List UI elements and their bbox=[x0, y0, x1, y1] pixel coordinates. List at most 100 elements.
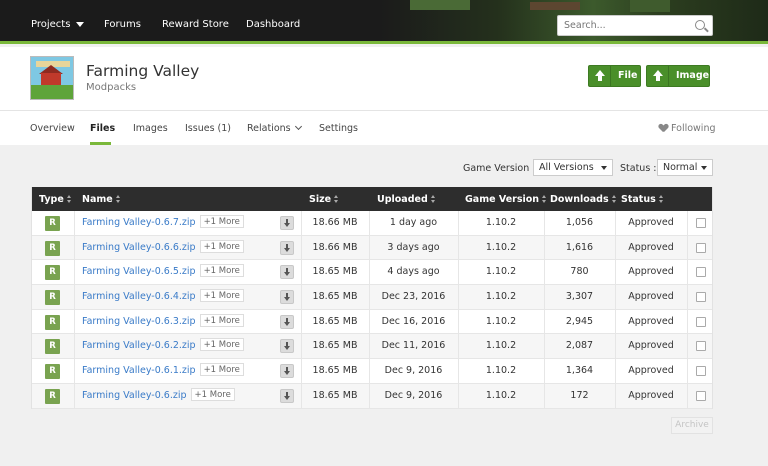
game-version: 1.10.2 bbox=[485, 217, 517, 228]
file-name-link[interactable]: Farming Valley-0.6.6.zip bbox=[82, 242, 196, 253]
column-name[interactable]: Name bbox=[82, 194, 121, 205]
arrow-up-icon bbox=[647, 66, 669, 86]
column-downloads[interactable]: Downloads bbox=[550, 194, 617, 205]
upload-date: 1 day ago bbox=[389, 217, 438, 228]
chevron-down-icon bbox=[294, 122, 302, 131]
row-checkbox[interactable] bbox=[696, 390, 706, 401]
more-files-badge[interactable]: +1 More bbox=[199, 239, 244, 253]
file-name-link[interactable]: Farming Valley-0.6.1.zip bbox=[82, 365, 196, 376]
tab-settings[interactable]: Settings bbox=[319, 123, 358, 134]
file-status: Approved bbox=[628, 241, 674, 253]
release-type-badge: R bbox=[45, 364, 60, 380]
row-checkbox[interactable] bbox=[696, 242, 706, 253]
column-status-label: Status bbox=[621, 194, 656, 205]
column-type[interactable]: Type bbox=[39, 194, 72, 205]
row-checkbox[interactable] bbox=[696, 316, 706, 327]
file-name-link[interactable]: Farming Valley-0.6.7.zip bbox=[82, 217, 196, 228]
column-size-label: Size bbox=[309, 194, 332, 205]
file-name-link[interactable]: Farming Valley-0.6.2.zip bbox=[82, 340, 196, 351]
file-name-link[interactable]: Farming Valley-0.6.4.zip bbox=[82, 291, 196, 302]
top-navbar: Projects Forums Reward Store Dashboard bbox=[0, 0, 768, 44]
download-icon[interactable] bbox=[280, 364, 294, 379]
nav-dashboard[interactable]: Dashboard bbox=[246, 19, 300, 30]
file-name-cell: Farming Valley-0.6.5.zip +1 More bbox=[82, 260, 244, 285]
download-count: 780 bbox=[570, 266, 589, 278]
column-downloads-label: Downloads bbox=[550, 194, 609, 205]
game-version-select[interactable]: All Versions bbox=[533, 159, 613, 176]
table-row: R Farming Valley-0.6.7.zip +1 More 18.66 MB… bbox=[32, 211, 712, 236]
sort-icon bbox=[611, 195, 617, 203]
file-name-cell: Farming Valley-0.6.7.zip +1 More bbox=[82, 211, 244, 236]
following-toggle[interactable]: Following bbox=[659, 123, 716, 134]
tab-files[interactable]: Files bbox=[90, 123, 115, 134]
upload-file-button[interactable]: File bbox=[588, 65, 641, 87]
file-size: 18.65 MB bbox=[312, 315, 358, 327]
download-icon[interactable] bbox=[280, 265, 294, 280]
upload-image-button[interactable]: Image bbox=[646, 65, 710, 87]
arrow-up-icon bbox=[589, 66, 611, 86]
tab-overview[interactable]: Overview bbox=[30, 123, 75, 134]
project-title: Farming Valley bbox=[86, 62, 200, 80]
file-name-link[interactable]: Farming Valley-0.6.5.zip bbox=[82, 266, 196, 277]
more-files-badge[interactable]: +1 More bbox=[199, 338, 244, 352]
table-row: R Farming Valley-0.6.1.zip +1 More 18.65 MB… bbox=[32, 359, 712, 384]
file-status: Approved bbox=[628, 217, 674, 228]
file-size: 18.65 MB bbox=[312, 266, 358, 278]
column-game-version[interactable]: Game Version bbox=[465, 194, 547, 205]
file-name-cell: Farming Valley-0.6.1.zip +1 More bbox=[82, 359, 244, 384]
status-select[interactable]: Normal bbox=[657, 159, 713, 176]
project-header: Farming Valley Modpacks File Image Overv… bbox=[0, 47, 768, 145]
file-name-cell: Farming Valley-0.6.6.zip +1 More bbox=[82, 236, 244, 261]
upload-date: Dec 16, 2016 bbox=[381, 315, 446, 327]
search-box bbox=[557, 15, 713, 36]
more-files-badge[interactable]: +1 More bbox=[199, 289, 244, 303]
download-icon[interactable] bbox=[280, 388, 294, 403]
download-count: 2,945 bbox=[565, 315, 594, 327]
file-status: Approved bbox=[628, 340, 674, 352]
download-count: 2,087 bbox=[565, 340, 594, 352]
row-checkbox[interactable] bbox=[696, 267, 706, 278]
more-files-badge[interactable]: +1 More bbox=[199, 313, 244, 327]
row-checkbox[interactable] bbox=[696, 341, 706, 352]
tab-relations-label: Relations bbox=[247, 123, 291, 134]
more-files-badge[interactable]: +1 More bbox=[190, 387, 235, 401]
search-icon[interactable] bbox=[695, 20, 705, 30]
column-size[interactable]: Size bbox=[309, 194, 339, 205]
column-status[interactable]: Status bbox=[621, 194, 664, 205]
sort-icon bbox=[66, 195, 72, 203]
more-files-badge[interactable]: +1 More bbox=[199, 363, 244, 377]
file-status: Approved bbox=[628, 266, 674, 278]
download-icon[interactable] bbox=[280, 216, 294, 230]
row-checkbox[interactable] bbox=[696, 292, 706, 303]
download-icon[interactable] bbox=[280, 240, 294, 255]
game-version: 1.10.2 bbox=[485, 365, 517, 377]
sort-icon bbox=[430, 195, 436, 203]
search-input[interactable] bbox=[558, 16, 688, 35]
column-uploaded[interactable]: Uploaded bbox=[377, 194, 436, 205]
release-type-badge: R bbox=[45, 265, 60, 281]
file-name-link[interactable]: Farming Valley-0.6.3.zip bbox=[82, 316, 196, 327]
tab-images[interactable]: Images bbox=[133, 123, 168, 134]
following-label: Following bbox=[671, 123, 716, 134]
game-version: 1.10.2 bbox=[485, 266, 517, 278]
nav-reward-store[interactable]: Reward Store bbox=[162, 19, 229, 30]
nav-forums[interactable]: Forums bbox=[104, 19, 141, 30]
more-files-badge[interactable]: +1 More bbox=[199, 215, 244, 228]
more-files-badge[interactable]: +1 More bbox=[199, 264, 244, 278]
tab-relations[interactable]: Relations bbox=[247, 122, 302, 134]
project-category[interactable]: Modpacks bbox=[86, 82, 136, 93]
table-row: R Farming Valley-0.6.zip +1 More 18.65 MB De… bbox=[32, 383, 712, 409]
nav-projects[interactable]: Projects bbox=[31, 19, 85, 30]
upload-date: Dec 9, 2016 bbox=[384, 365, 443, 377]
download-icon[interactable] bbox=[280, 314, 294, 329]
project-tabs: Overview Files Images Issues (1) Relatio… bbox=[0, 110, 768, 145]
archive-button[interactable]: Archive bbox=[671, 417, 713, 434]
file-name-link[interactable]: Farming Valley-0.6.zip bbox=[82, 390, 187, 401]
row-checkbox[interactable] bbox=[696, 366, 706, 377]
tab-issues[interactable]: Issues (1) bbox=[185, 123, 231, 134]
table-row: R Farming Valley-0.6.5.zip +1 More 18.65 MB… bbox=[32, 260, 712, 286]
download-icon[interactable] bbox=[280, 339, 294, 354]
download-count: 1,616 bbox=[565, 241, 594, 253]
download-icon[interactable] bbox=[280, 290, 294, 305]
row-checkbox[interactable] bbox=[696, 218, 706, 228]
